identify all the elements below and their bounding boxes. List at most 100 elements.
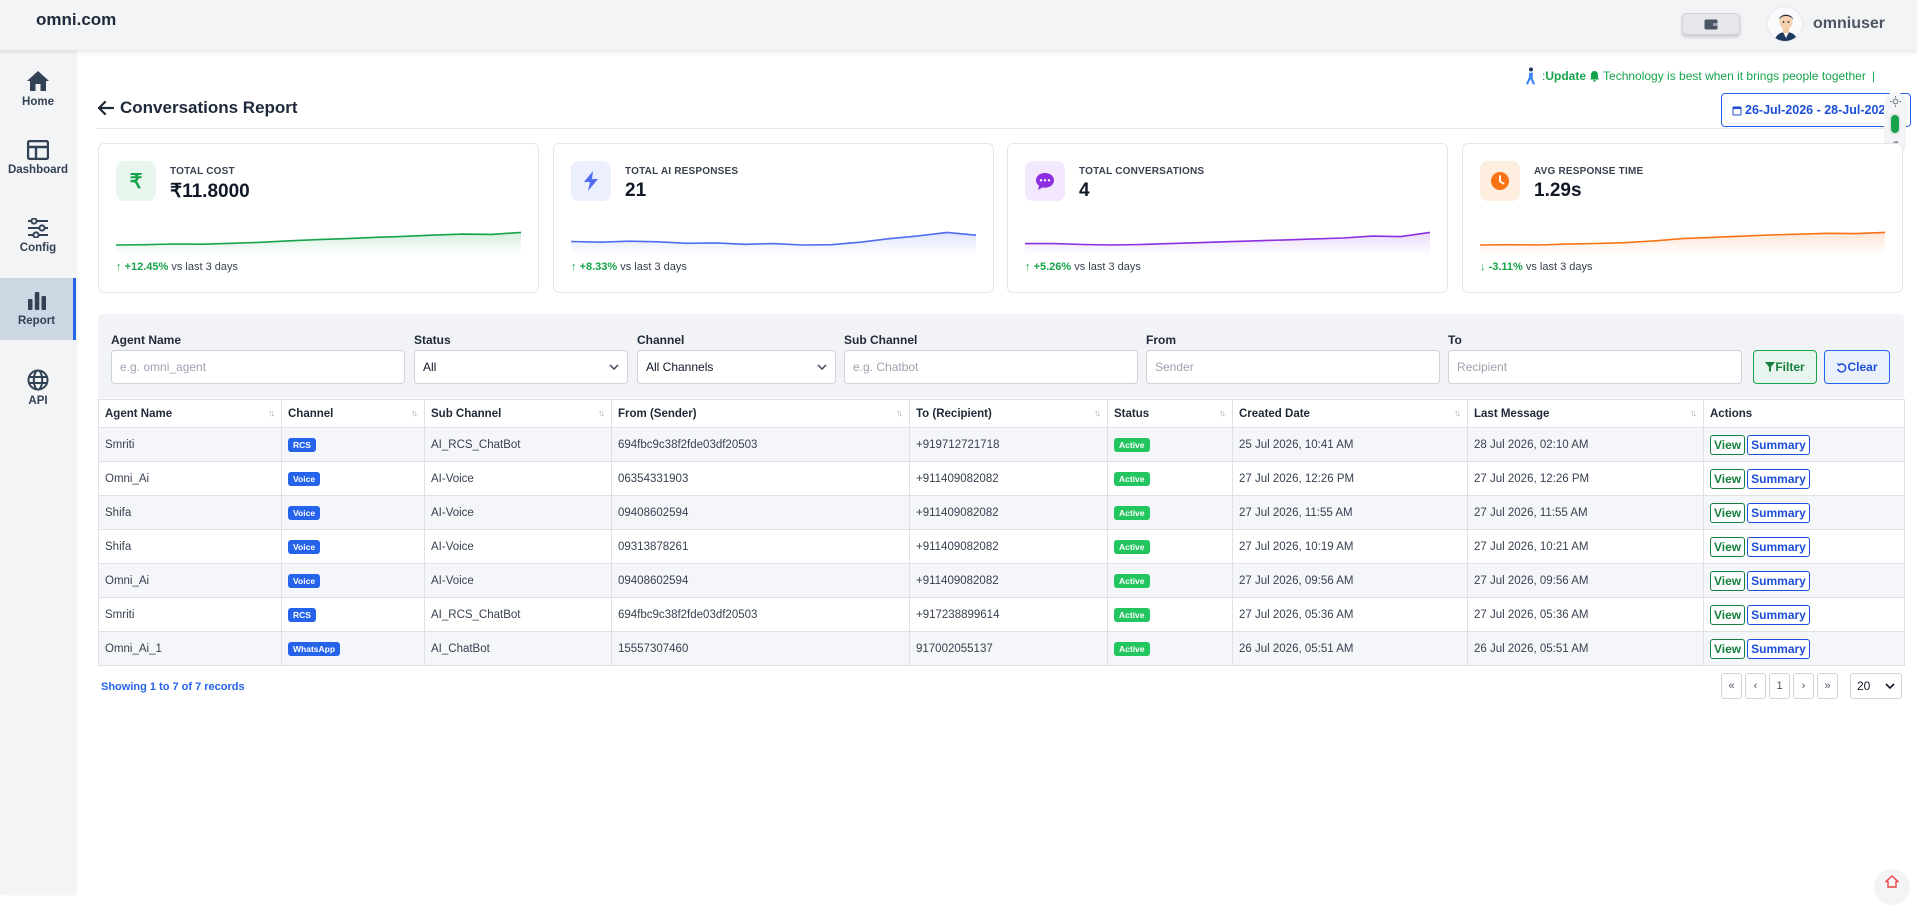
page-size-select[interactable]: 20 bbox=[1850, 673, 1902, 699]
view-button[interactable]: View bbox=[1710, 468, 1746, 489]
cell-agent: Omni_Ai_1 bbox=[98, 631, 282, 666]
first-page-button[interactable]: « bbox=[1721, 673, 1742, 699]
clear-button-label: Clear bbox=[1847, 360, 1878, 374]
view-button[interactable]: View bbox=[1710, 536, 1746, 557]
cell-status: Active bbox=[1107, 597, 1233, 632]
status-badge: Active bbox=[1114, 437, 1150, 452]
sidebar-item-label: Config bbox=[19, 242, 57, 254]
column-header-last-message[interactable]: Last Message ↑↓ bbox=[1467, 399, 1704, 428]
from-field[interactable] bbox=[1155, 360, 1431, 374]
view-button[interactable]: View bbox=[1710, 638, 1746, 659]
cell-sub-channel: AI-Voice bbox=[424, 563, 612, 598]
sidebar-item-report[interactable]: Report bbox=[0, 278, 76, 340]
cell-sub-channel: AI-Voice bbox=[424, 495, 612, 530]
date-range-picker[interactable]: 26-Jul-2026 - 28-Jul-2026 bbox=[1721, 93, 1911, 127]
sort-icon[interactable]: ↑↓ bbox=[1094, 408, 1101, 418]
summary-button[interactable]: Summary bbox=[1747, 536, 1810, 557]
sidebar-item-api[interactable]: API bbox=[0, 357, 76, 419]
back-arrow-icon[interactable] bbox=[98, 101, 114, 115]
status-badge: Active bbox=[1114, 641, 1150, 656]
ticker-update-label: Update bbox=[1545, 69, 1587, 83]
column-header-agent-name[interactable]: Agent Name ↑↓ bbox=[98, 399, 282, 428]
summary-button[interactable]: Summary bbox=[1747, 502, 1810, 523]
trend-text: vs last 3 days bbox=[617, 261, 687, 273]
sub-channel-label: Sub Channel bbox=[844, 333, 918, 347]
user-menu[interactable]: omniuser bbox=[1767, 4, 1885, 44]
toggle-switch[interactable] bbox=[1889, 113, 1901, 135]
sort-icon[interactable]: ↑↓ bbox=[1454, 408, 1461, 418]
cell-status: Active bbox=[1107, 631, 1233, 666]
cell-sub-channel: AI_ChatBot bbox=[424, 631, 612, 666]
cell-last-message: 27 Jul 2026, 09:56 AM bbox=[1467, 563, 1704, 598]
card-trend: ↑ +5.26% vs last 3 days bbox=[1025, 261, 1141, 273]
view-button[interactable]: View bbox=[1710, 570, 1746, 591]
cell-agent: Shifa bbox=[98, 495, 282, 530]
cell-channel: Voice bbox=[281, 495, 425, 530]
cell-channel: Voice bbox=[281, 563, 425, 598]
sidebar-item-home[interactable]: Home bbox=[0, 58, 76, 120]
sort-icon[interactable]: ↑↓ bbox=[1690, 408, 1697, 418]
cell-actions: View Summary bbox=[1703, 631, 1905, 666]
sidebar-item-dashboard[interactable]: Dashboard bbox=[0, 127, 76, 189]
column-header-label: Channel bbox=[288, 407, 334, 420]
filter-button[interactable]: Filter bbox=[1753, 350, 1817, 384]
column-header-sub-channel[interactable]: Sub Channel ↑↓ bbox=[424, 399, 612, 428]
card-caption: TOTAL CONVERSATIONS bbox=[1079, 166, 1205, 177]
column-header-from[interactable]: From (Sender) ↑↓ bbox=[611, 399, 910, 428]
sort-icon[interactable]: ↑↓ bbox=[411, 408, 418, 418]
home-icon bbox=[27, 71, 49, 91]
prev-page-button[interactable]: ‹ bbox=[1745, 673, 1766, 699]
channel-badge: RCS bbox=[288, 437, 316, 452]
card-icon-box bbox=[571, 161, 611, 201]
agent-name-field[interactable] bbox=[120, 360, 396, 374]
clear-button[interactable]: Clear bbox=[1824, 350, 1890, 384]
view-button[interactable]: View bbox=[1710, 434, 1746, 455]
cell-actions: View Summary bbox=[1703, 461, 1905, 496]
column-header-to[interactable]: To (Recipient) ↑↓ bbox=[909, 399, 1108, 428]
column-header-status[interactable]: Status ↑↓ bbox=[1107, 399, 1233, 428]
cell-to: +911409082082 bbox=[909, 563, 1108, 598]
brand-logo[interactable]: omni.com bbox=[36, 10, 116, 30]
cell-created: 27 Jul 2026, 11:55 AM bbox=[1232, 495, 1468, 530]
wallet-button[interactable] bbox=[1682, 13, 1740, 35]
trend-percent: +12.45% bbox=[124, 261, 169, 273]
sort-icon[interactable]: ↑↓ bbox=[896, 408, 903, 418]
summary-button[interactable]: Summary bbox=[1747, 570, 1810, 591]
status-select[interactable]: All bbox=[414, 350, 628, 384]
page-number-button[interactable]: 1 bbox=[1769, 673, 1790, 699]
card-icon-box: ₹ bbox=[116, 161, 156, 201]
sub-channel-input[interactable] bbox=[844, 350, 1138, 384]
summary-button[interactable]: Summary bbox=[1747, 434, 1810, 455]
cell-channel: Voice bbox=[281, 461, 425, 496]
view-button[interactable]: View bbox=[1710, 604, 1746, 625]
column-header-label: To (Recipient) bbox=[916, 407, 992, 420]
to-field[interactable] bbox=[1457, 360, 1733, 374]
cell-sub-channel: AI-Voice bbox=[424, 529, 612, 564]
sort-icon[interactable]: ↑↓ bbox=[598, 408, 605, 418]
sidebar-item-config[interactable]: Config bbox=[0, 205, 76, 267]
cell-from: 06354331903 bbox=[611, 461, 910, 496]
sort-icon[interactable]: ↑↓ bbox=[268, 408, 275, 418]
column-header-label: Actions bbox=[1710, 407, 1753, 420]
sliders-icon bbox=[28, 218, 48, 238]
from-input[interactable] bbox=[1146, 350, 1440, 384]
channel-select[interactable]: All Channels bbox=[637, 350, 836, 384]
summary-button[interactable]: Summary bbox=[1747, 468, 1810, 489]
sort-icon[interactable]: ↑↓ bbox=[1219, 408, 1226, 418]
cell-from: 694fbc9c38f2fde03df20503 bbox=[611, 597, 910, 632]
cell-from: 09408602594 bbox=[611, 563, 910, 598]
column-header-created-date[interactable]: Created Date ↑↓ bbox=[1232, 399, 1468, 428]
next-page-button[interactable]: › bbox=[1793, 673, 1814, 699]
cell-status: Active bbox=[1107, 461, 1233, 496]
last-page-button[interactable]: » bbox=[1817, 673, 1838, 699]
column-header-channel[interactable]: Channel ↑↓ bbox=[281, 399, 425, 428]
to-input[interactable] bbox=[1448, 350, 1742, 384]
summary-button[interactable]: Summary bbox=[1747, 638, 1810, 659]
funnel-icon bbox=[1765, 362, 1776, 372]
view-button[interactable]: View bbox=[1710, 502, 1746, 523]
floating-home-button[interactable] bbox=[1874, 869, 1910, 905]
agent-name-input[interactable] bbox=[111, 350, 405, 384]
agent-name-label: Agent Name bbox=[111, 333, 182, 347]
sub-channel-field[interactable] bbox=[853, 360, 1129, 374]
summary-button[interactable]: Summary bbox=[1747, 604, 1810, 625]
